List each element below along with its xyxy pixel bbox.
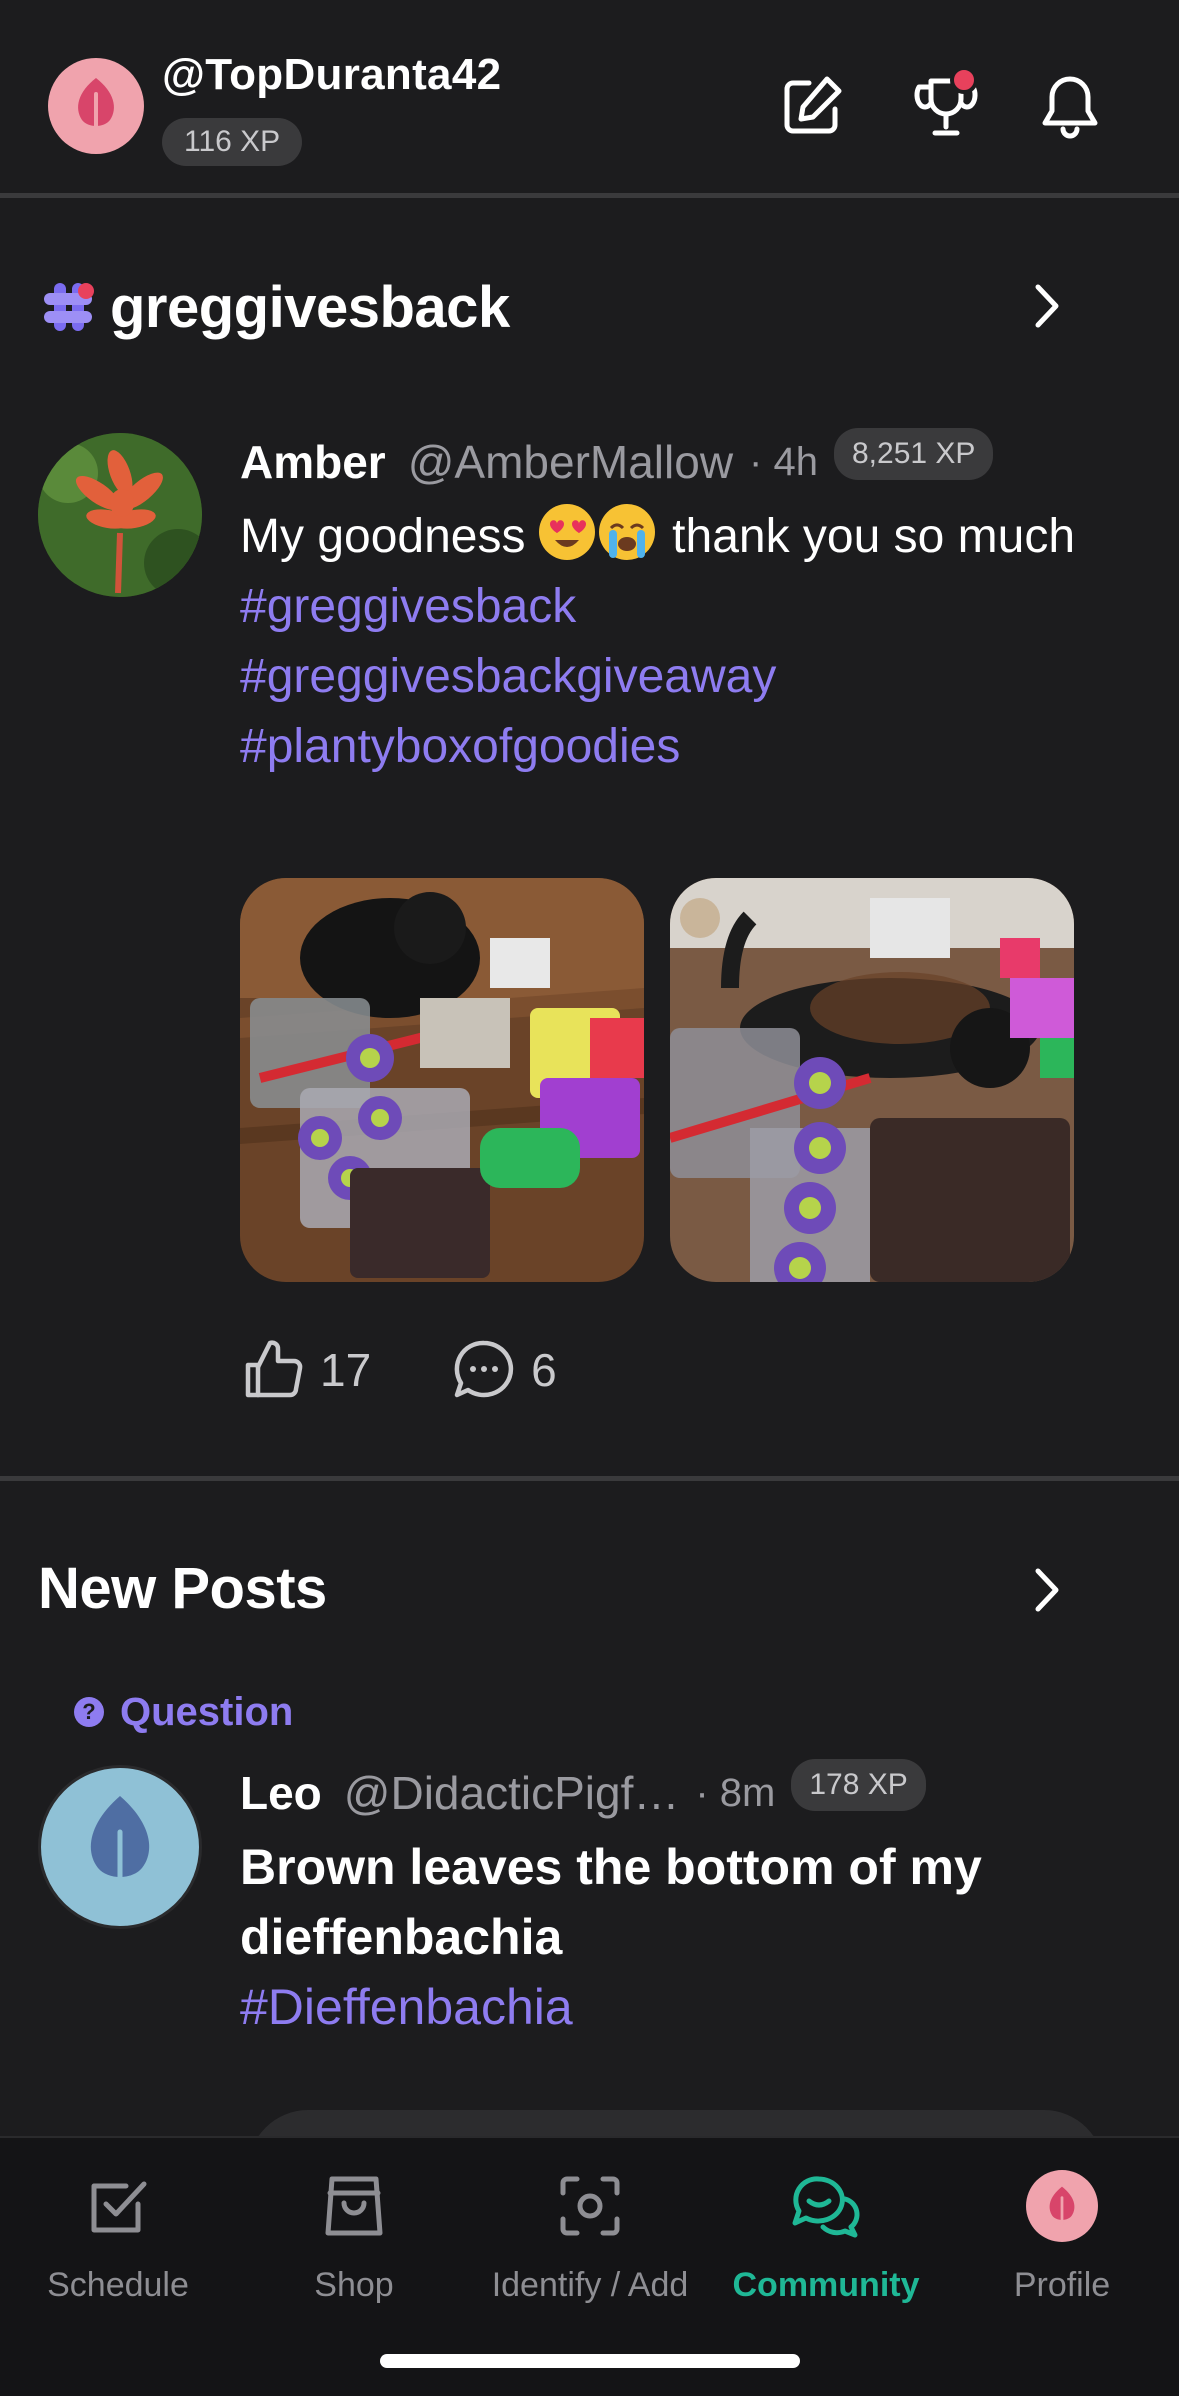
chat-bubbles-icon — [786, 2166, 866, 2246]
compose-icon[interactable] — [772, 66, 852, 146]
new-posts-title: New Posts — [38, 1556, 327, 1621]
heart-eyes-emoji — [538, 504, 595, 560]
leaf-icon — [90, 1796, 150, 1899]
section-divider — [0, 1476, 1179, 1481]
bell-icon[interactable] — [1030, 66, 1110, 146]
hashtag-link[interactable]: #Dieffenbachia — [240, 1978, 573, 2036]
question-tag-label: Question — [120, 1689, 294, 1734]
question-title[interactable]: Brown leaves the bottom of my dieffenbac… — [240, 1832, 1100, 1972]
post-photo-1[interactable] — [240, 878, 644, 1282]
post-handle[interactable]: @AmberMallow — [408, 435, 733, 489]
hashtag-link[interactable]: #greggivesback — [240, 572, 1100, 642]
thumbs-up-icon — [245, 1340, 303, 1398]
comment-button[interactable]: 6 — [451, 1337, 557, 1403]
header-username[interactable]: @TopDuranta42 — [162, 50, 501, 100]
post-meta: Amber @AmberMallow · 4h 8,251 XP — [240, 428, 994, 492]
question-tag: ? Question — [74, 1688, 293, 1736]
author-xp-badge: 8,251 XP — [833, 428, 994, 480]
header-xp-badge: 116 XP — [162, 118, 303, 166]
tab-label: Community — [732, 2266, 920, 2304]
home-indicator[interactable] — [380, 2354, 800, 2368]
post-handle[interactable]: @DidacticPigf… — [344, 1766, 680, 1820]
shopping-bag-icon — [314, 2166, 394, 2246]
post-text-start: My goodness — [240, 510, 539, 563]
comment-count: 6 — [531, 1344, 557, 1396]
new-posts-chevron-right-icon[interactable] — [1022, 1560, 1072, 1620]
checkbox-icon — [78, 2166, 158, 2246]
post-photo-2[interactable] — [670, 878, 1074, 1282]
post-body[interactable]: My goodness thank you so much #greggives… — [240, 502, 1100, 782]
tab-community[interactable]: Community — [708, 2166, 944, 2316]
user-avatar[interactable] — [48, 58, 144, 154]
question-mark-icon: ? — [74, 1697, 104, 1727]
hashtag-icon — [44, 283, 94, 331]
tab-label: Shop — [314, 2266, 394, 2304]
leaf-icon — [78, 78, 114, 136]
like-button[interactable]: 17 — [240, 1337, 371, 1403]
hashtag-link[interactable]: #greggivesbackgiveaway — [240, 642, 1100, 712]
post-text-end: thank you so much — [658, 510, 1076, 563]
post-actions: 17 6 — [240, 1330, 637, 1410]
tab-label: Schedule — [47, 2266, 189, 2304]
group-header[interactable]: greggivesback — [40, 272, 510, 342]
tab-profile[interactable]: Profile — [944, 2166, 1179, 2316]
loudly-crying-emoji — [598, 504, 655, 560]
header-divider — [0, 193, 1179, 198]
post-author[interactable]: Amber — [240, 435, 386, 489]
camera-scan-icon — [550, 2166, 630, 2246]
post-age: · 8m — [695, 1770, 776, 1815]
author-xp-badge: 178 XP — [791, 1759, 926, 1811]
like-count: 17 — [320, 1344, 372, 1396]
trophy-notification-dot — [950, 66, 978, 94]
post-age: · 4h — [749, 439, 818, 484]
group-chevron-right-icon[interactable] — [1022, 276, 1072, 336]
comment-bubble-icon — [454, 1340, 514, 1398]
group-title: greggivesback — [110, 274, 510, 340]
app-header: @TopDuranta42 116 XP — [0, 0, 1179, 195]
tab-label: Identify / Add — [491, 2266, 689, 2304]
tab-schedule[interactable]: Schedule — [0, 2166, 236, 2316]
author-avatar-leo[interactable] — [38, 1765, 202, 1929]
tab-identify-add[interactable]: Identify / Add — [472, 2166, 708, 2316]
author-avatar-amber[interactable] — [38, 433, 202, 597]
trophy-icon[interactable] — [906, 66, 986, 146]
tab-shop[interactable]: Shop — [236, 2166, 472, 2316]
hashtag-link[interactable]: #plantyboxofgoodies — [240, 712, 1100, 782]
post-author[interactable]: Leo — [240, 1766, 322, 1820]
profile-leaf-icon — [1022, 2166, 1102, 2246]
post-meta: Leo @DidacticPigf… · 8m 178 XP — [240, 1759, 926, 1823]
tab-label: Profile — [1013, 2266, 1111, 2304]
